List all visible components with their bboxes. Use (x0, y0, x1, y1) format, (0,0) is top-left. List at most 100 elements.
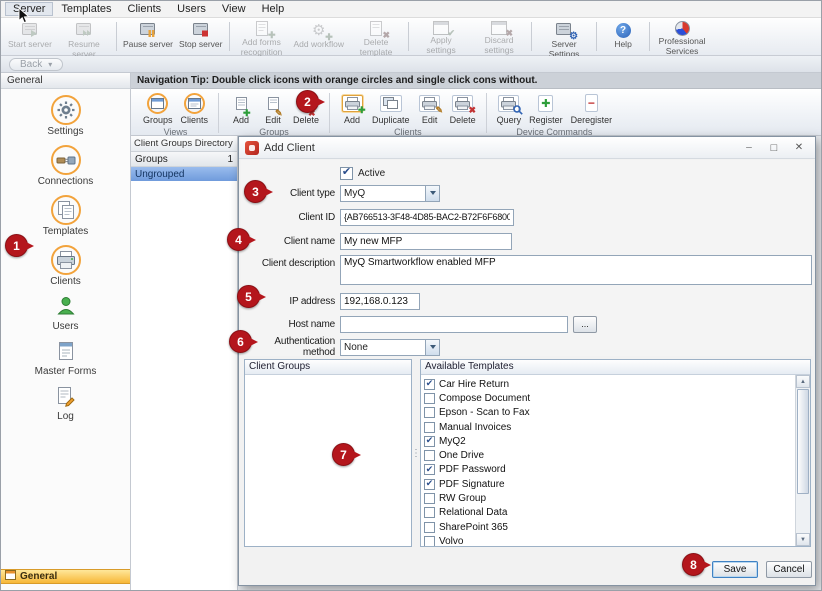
pencil-overlay-icon (275, 109, 283, 118)
template-label: Manual Invoices (439, 422, 511, 433)
sidebar-item-settings[interactable]: Settings (1, 95, 130, 137)
template-item[interactable]: Car Hire Return (421, 377, 795, 391)
discard-settings-button[interactable]: ✖ Discard settings (470, 19, 528, 54)
template-checkbox[interactable] (424, 522, 435, 533)
template-checkbox[interactable] (424, 422, 435, 433)
sidebar-item-master-forms[interactable]: Master Forms (1, 340, 130, 377)
maximize-icon[interactable] (762, 140, 786, 156)
close-icon[interactable] (787, 140, 811, 156)
query-device-button[interactable]: Query (494, 91, 525, 126)
client-description-field[interactable]: MyQ Smartworkflow enabled MFP (340, 255, 812, 285)
menu-users[interactable]: Users (169, 2, 214, 16)
deregister-device-button[interactable]: Deregister (568, 91, 616, 126)
template-checkbox[interactable] (424, 493, 435, 504)
callout-6: 6 (229, 330, 252, 353)
discard-settings-icon: ✖ (488, 21, 510, 35)
template-item[interactable]: One Drive (421, 448, 795, 462)
templates-scrollbar[interactable] (795, 375, 810, 546)
client-description-row: Client description MyQ Smartworkflow ena… (243, 255, 812, 287)
template-checkbox[interactable] (424, 507, 435, 518)
template-checkbox[interactable] (424, 393, 435, 404)
client-type-dropdown[interactable]: MyQ (340, 185, 440, 202)
duplicate-client-button[interactable]: Duplicate (369, 91, 413, 126)
template-checkbox[interactable] (424, 450, 435, 461)
dialog-titlebar[interactable]: Add Client (239, 137, 815, 159)
sidebar-footer-general[interactable]: General (1, 569, 130, 584)
template-item[interactable]: PDF Signature (421, 477, 795, 491)
template-item[interactable]: PDF Password (421, 463, 795, 477)
sidebar-item-users[interactable]: Users (1, 295, 130, 332)
back-button[interactable]: Back (9, 58, 63, 71)
template-checkbox[interactable] (424, 407, 435, 418)
log-icon (55, 385, 77, 410)
groups-view-button[interactable]: Groups (140, 91, 176, 126)
sidebar-item-templates[interactable]: Templates (1, 195, 130, 237)
template-label: Epson - Scan to Fax (439, 407, 530, 418)
add-client-button[interactable]: Add (337, 91, 367, 126)
delete-client-button[interactable]: Delete (447, 91, 479, 126)
register-device-button[interactable]: Register (526, 91, 566, 126)
template-checkbox[interactable] (424, 436, 435, 447)
edit-client-button[interactable]: Edit (415, 91, 445, 126)
minimize-icon[interactable] (737, 140, 761, 156)
template-checkbox[interactable] (424, 536, 435, 546)
scroll-down-icon[interactable] (796, 533, 810, 546)
scroll-thumb[interactable] (797, 389, 809, 494)
help-button[interactable]: Help (600, 19, 646, 54)
client-id-field[interactable] (340, 209, 514, 226)
host-name-field[interactable] (340, 316, 568, 333)
template-label: PDF Signature (439, 479, 505, 490)
save-button[interactable]: Save (712, 561, 758, 578)
pause-server-button[interactable]: Pause server (120, 19, 176, 54)
panel-splitter[interactable] (413, 359, 419, 547)
sidebar-item-log[interactable]: Log (1, 385, 130, 422)
add-group-button[interactable]: Add (226, 91, 256, 126)
menu-view[interactable]: View (214, 2, 254, 16)
template-item[interactable]: Epson - Scan to Fax (421, 406, 795, 420)
authentication-method-dropdown[interactable]: None (340, 339, 440, 356)
cancel-button[interactable]: Cancel (766, 561, 812, 578)
main-toolbar: Start server Resume server Pause server … (1, 18, 821, 56)
groups-count: 1 (227, 154, 233, 165)
active-checkbox[interactable] (340, 167, 353, 180)
menu-clients[interactable]: Clients (120, 2, 170, 16)
resume-server-button[interactable]: Resume server (55, 19, 113, 54)
sidebar-item-connections[interactable]: Connections (1, 145, 130, 187)
active-row: Active (340, 166, 385, 180)
template-item[interactable]: RW Group (421, 491, 795, 505)
template-item[interactable]: Manual Invoices (421, 420, 795, 434)
menu-help[interactable]: Help (254, 2, 293, 16)
ip-address-field[interactable] (340, 293, 420, 310)
professional-services-button[interactable]: Professional Services (653, 19, 711, 54)
template-item[interactable]: Compose Document (421, 391, 795, 405)
template-item[interactable]: Relational Data (421, 506, 795, 520)
client-name-field[interactable] (340, 233, 512, 250)
add-workflow-button[interactable]: ✚ Add workflow (291, 19, 348, 54)
add-forms-recognition-button[interactable]: ✚ Add forms recognition (233, 19, 291, 54)
delete-template-button[interactable]: ✖ Delete template (347, 19, 405, 54)
groups-column-header[interactable]: Groups 1 (131, 152, 237, 167)
host-name-row: Host name ... (243, 315, 597, 333)
template-item[interactable]: Volvo (421, 534, 795, 546)
users-icon (55, 295, 77, 320)
scroll-up-icon[interactable] (796, 375, 810, 388)
template-item[interactable]: SharePoint 365 (421, 520, 795, 534)
group-row[interactable]: Ungrouped (131, 167, 237, 181)
server-settings-button[interactable]: Server Settings (535, 19, 593, 54)
plus-overlay-icon: ✚ (268, 31, 276, 40)
start-server-button[interactable]: Start server (5, 19, 55, 54)
template-checkbox[interactable] (424, 379, 435, 390)
ribbon-separator (218, 93, 219, 133)
apply-settings-button[interactable]: ✔ Apply settings (412, 19, 470, 54)
template-item[interactable]: MyQ2 (421, 434, 795, 448)
menu-templates[interactable]: Templates (53, 2, 119, 16)
clients-view-button[interactable]: Clients (178, 91, 212, 126)
browse-button[interactable]: ... (573, 316, 597, 333)
stop-server-icon (190, 21, 212, 39)
stop-server-button[interactable]: Stop server (176, 19, 225, 54)
template-checkbox[interactable] (424, 479, 435, 490)
dialog-title: Add Client (264, 142, 736, 154)
template-checkbox[interactable] (424, 464, 435, 475)
active-label: Active (358, 168, 385, 179)
edit-group-button[interactable]: Edit (258, 91, 288, 126)
